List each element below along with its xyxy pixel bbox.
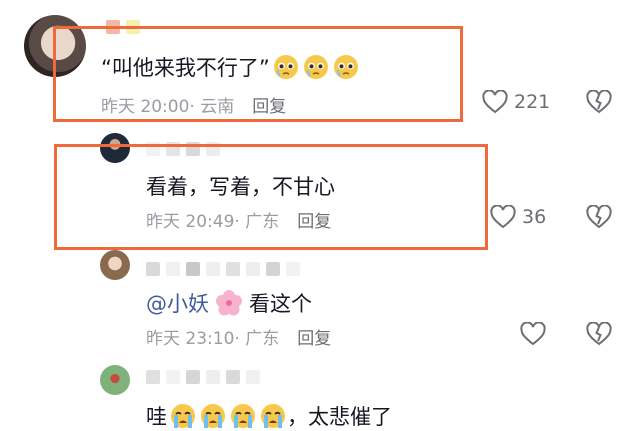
dislike-button[interactable]: [586, 89, 612, 118]
avatar[interactable]: [100, 250, 130, 280]
cherry-blossom-icon: [216, 290, 242, 316]
like-count: 221: [514, 91, 551, 113]
sob-face-icon: [201, 404, 225, 428]
broken-heart-icon: [586, 321, 612, 346]
dislike-button[interactable]: [586, 321, 612, 350]
avatar[interactable]: [100, 365, 130, 395]
like-button[interactable]: 36: [490, 205, 546, 229]
timestamp: 昨天 23:10: [146, 329, 235, 349]
like-button[interactable]: [520, 322, 546, 346]
broken-heart-icon: [586, 204, 612, 229]
mention-link[interactable]: @小妖: [146, 288, 209, 318]
reply-button[interactable]: 回复: [297, 324, 331, 349]
comment-text: @小妖 看这个: [146, 288, 312, 318]
comment-meta: 昨天 23:10 · 广东 回复: [146, 324, 331, 349]
broken-heart-icon: [586, 89, 612, 114]
location: · 广东: [234, 329, 280, 349]
sob-face-icon: [171, 404, 195, 428]
heart-icon: [520, 322, 546, 346]
username-masked[interactable]: [146, 370, 260, 384]
highlight-box: [53, 26, 463, 122]
heart-icon: [482, 90, 508, 114]
dislike-button[interactable]: [586, 204, 612, 233]
sob-face-icon: [261, 404, 285, 428]
highlight-box: [54, 144, 488, 250]
username-masked[interactable]: [146, 262, 300, 276]
heart-icon: [490, 205, 516, 229]
sob-face-icon: [231, 404, 255, 428]
like-count: 36: [522, 206, 547, 228]
like-button[interactable]: 221: [482, 90, 550, 114]
comment-text: 哇 ，太悲催了: [146, 401, 392, 431]
